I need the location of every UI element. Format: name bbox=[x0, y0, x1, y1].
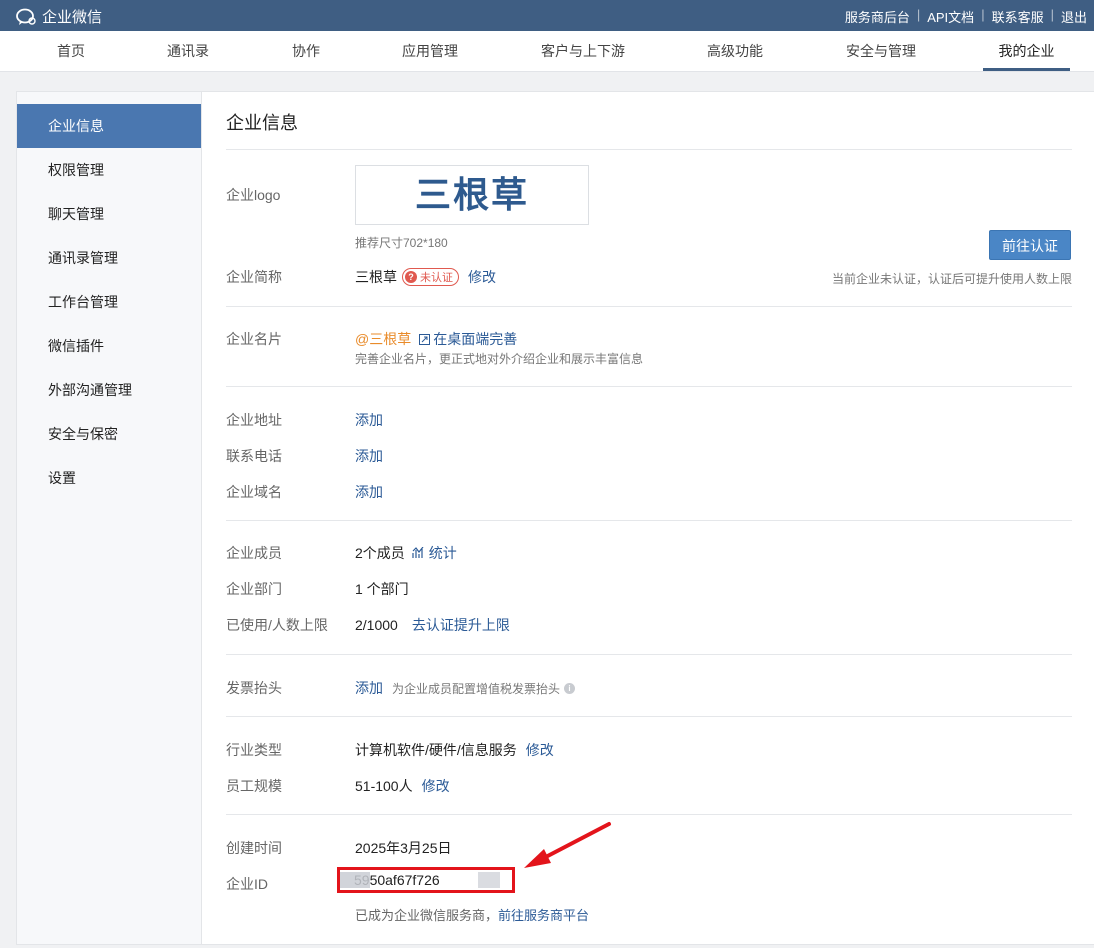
scale-value: 51-100人 bbox=[355, 778, 413, 794]
tab-customers[interactable]: 客户与上下游 bbox=[533, 31, 633, 71]
main-nav: 首页 通讯录 协作 应用管理 客户与上下游 高级功能 安全与管理 我的企业 bbox=[0, 31, 1094, 72]
tab-app-management[interactable]: 应用管理 bbox=[394, 31, 466, 71]
scale-label: 员工规模 bbox=[226, 778, 282, 794]
raise-limit-link[interactable]: 去认证提升上限 bbox=[412, 615, 510, 635]
divider bbox=[226, 386, 1072, 387]
sidebar-item-enterprise-info[interactable]: 企业信息 bbox=[17, 104, 201, 148]
info-icon[interactable]: i bbox=[564, 682, 576, 694]
contact-support-link[interactable]: 联系客服 bbox=[985, 7, 1051, 26]
short-name-value: 三根草 bbox=[355, 269, 397, 285]
edit-short-name-link[interactable]: 修改 bbox=[468, 267, 496, 287]
brand[interactable]: 企业微信 bbox=[16, 6, 102, 27]
highlight-box bbox=[337, 867, 515, 893]
stats-icon bbox=[412, 547, 424, 558]
invoice-desc: 为企业成员配置增值税发票抬头 bbox=[392, 681, 561, 696]
domain-label: 企业域名 bbox=[226, 484, 282, 500]
card-label: 企业名片 bbox=[226, 331, 282, 347]
limit-row: 2/1000 去认证提升上限 bbox=[355, 615, 510, 635]
divider: | bbox=[981, 7, 985, 22]
status-badge-text: 未认证 bbox=[420, 272, 453, 284]
sidebar-item-security[interactable]: 安全与保密 bbox=[17, 412, 201, 456]
tab-advanced[interactable]: 高级功能 bbox=[699, 31, 771, 71]
card-value: @三根草 bbox=[355, 331, 412, 347]
logout-link[interactable]: 退出 bbox=[1054, 7, 1094, 26]
provider-row: 已成为企业微信服务商， 前往服务商平台 bbox=[355, 905, 589, 924]
certify-button[interactable]: 前往认证 bbox=[989, 230, 1071, 260]
tab-my-enterprise[interactable]: 我的企业 bbox=[983, 31, 1070, 71]
sidebar: 企业信息 权限管理 聊天管理 通讯录管理 工作台管理 微信插件 外部沟通管理 安… bbox=[17, 92, 202, 944]
annotation-arrow-icon bbox=[524, 822, 611, 868]
complete-on-desktop-text: 在桌面端完善 bbox=[433, 331, 518, 347]
divider: | bbox=[916, 7, 921, 22]
industry-row: 计算机软件/硬件/信息服务 修改 bbox=[355, 740, 554, 760]
sidebar-item-external[interactable]: 外部沟通管理 bbox=[17, 368, 201, 412]
divider bbox=[226, 149, 1072, 150]
top-links: 服务商后台 | API文档 | 联系客服 | 退出 bbox=[838, 7, 1094, 26]
sidebar-item-settings[interactable]: 设置 bbox=[17, 456, 201, 500]
add-invoice-link[interactable]: 添加 bbox=[355, 678, 383, 698]
add-domain-link[interactable]: 添加 bbox=[355, 482, 383, 502]
phone-label: 联系电话 bbox=[226, 448, 282, 464]
add-address-link[interactable]: 添加 bbox=[355, 410, 383, 430]
limit-value: 2/1000 bbox=[355, 617, 398, 633]
invoice-row: 添加 为企业成员配置增值税发票抬头 i bbox=[355, 678, 576, 698]
sidebar-item-chat[interactable]: 聊天管理 bbox=[17, 192, 201, 236]
corp-id-label: 企业ID bbox=[226, 876, 268, 892]
members-label: 企业成员 bbox=[226, 545, 282, 561]
add-phone-link[interactable]: 添加 bbox=[355, 446, 383, 466]
status-badge: ? 未认证 bbox=[402, 268, 459, 286]
stats-link-text: 统计 bbox=[428, 545, 457, 561]
departments-value: 1 个部门 bbox=[355, 581, 409, 597]
short-name-row: 三根草 ? 未认证 修改 bbox=[355, 267, 496, 287]
card-desc: 完善企业名片，更正式地对外介绍企业和展示丰富信息 bbox=[355, 352, 644, 366]
divider bbox=[226, 520, 1072, 521]
departments-label: 企业部门 bbox=[226, 581, 282, 597]
certify-note: 当前企业未认证，认证后可提升使用人数上限 bbox=[831, 272, 1072, 286]
members-row: 2个成员 统计 bbox=[355, 543, 457, 563]
main-content: 企业信息 企业logo 三根草 推荐尺寸702*180 前往认证 当前企业未认证… bbox=[226, 92, 1072, 944]
edit-scale-link[interactable]: 修改 bbox=[422, 776, 450, 796]
enterprise-logo[interactable]: 三根草 bbox=[355, 165, 589, 225]
short-name-label: 企业简称 bbox=[226, 269, 282, 285]
members-value: 2个成员 bbox=[355, 545, 405, 561]
divider bbox=[226, 716, 1072, 717]
sidebar-item-permissions[interactable]: 权限管理 bbox=[17, 148, 201, 192]
tab-home[interactable]: 首页 bbox=[40, 31, 102, 71]
provider-platform-link[interactable]: 前往服务商平台 bbox=[498, 905, 589, 924]
content-panel: 企业信息 权限管理 聊天管理 通讯录管理 工作台管理 微信插件 外部沟通管理 安… bbox=[16, 91, 1094, 945]
divider bbox=[226, 654, 1072, 655]
question-icon: ? bbox=[405, 271, 417, 283]
sidebar-item-workbench[interactable]: 工作台管理 bbox=[17, 280, 201, 324]
created-value: 2025年3月25日 bbox=[355, 840, 452, 856]
sidebar-item-contacts[interactable]: 通讯录管理 bbox=[17, 236, 201, 280]
top-bar: 企业微信 服务商后台 | API文档 | 联系客服 | 退出 bbox=[0, 0, 1094, 31]
sidebar-item-wechat-plugin[interactable]: 微信插件 bbox=[17, 324, 201, 368]
tab-contacts[interactable]: 通讯录 bbox=[157, 31, 219, 71]
provider-backend-link[interactable]: 服务商后台 bbox=[838, 7, 917, 26]
limit-label: 已使用/人数上限 bbox=[226, 617, 328, 633]
external-edit-icon bbox=[419, 333, 431, 345]
wecom-logo-icon bbox=[16, 8, 36, 25]
invoice-label: 发票抬头 bbox=[226, 680, 282, 696]
divider: | bbox=[1050, 7, 1054, 22]
brand-name: 企业微信 bbox=[42, 9, 103, 26]
address-label: 企业地址 bbox=[226, 412, 282, 428]
logo-size-hint: 推荐尺寸702*180 bbox=[355, 236, 448, 250]
api-docs-link[interactable]: API文档 bbox=[920, 7, 981, 26]
complete-on-desktop-link[interactable]: 在桌面端完善 bbox=[419, 329, 517, 349]
page-title: 企业信息 bbox=[226, 113, 298, 133]
divider bbox=[226, 306, 1072, 307]
edit-industry-link[interactable]: 修改 bbox=[526, 740, 554, 760]
industry-value: 计算机软件/硬件/信息服务 bbox=[355, 742, 517, 758]
industry-label: 行业类型 bbox=[226, 742, 282, 758]
logo-label: 企业logo bbox=[226, 187, 281, 203]
created-label: 创建时间 bbox=[226, 840, 282, 856]
tab-collaboration[interactable]: 协作 bbox=[275, 31, 337, 71]
provider-text: 已成为企业微信服务商， bbox=[355, 908, 499, 923]
divider bbox=[226, 814, 1072, 815]
members-stats-link[interactable]: 统计 bbox=[412, 543, 457, 563]
tab-security[interactable]: 安全与管理 bbox=[838, 31, 924, 71]
card-row: @三根草 在桌面端完善 bbox=[355, 329, 517, 349]
scale-row: 51-100人 修改 bbox=[355, 776, 450, 796]
